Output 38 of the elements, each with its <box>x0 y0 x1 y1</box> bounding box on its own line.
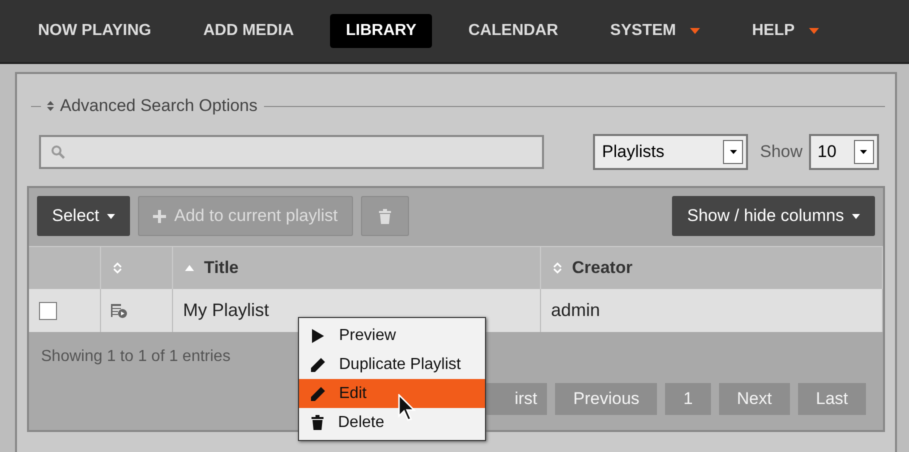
caret-icon <box>852 214 860 218</box>
column-header[interactable]: Title <box>173 246 541 289</box>
menu-item[interactable]: Duplicate Playlist <box>299 350 485 379</box>
sort-icon <box>553 262 562 274</box>
page-size-dropdown[interactable]: 10 <box>808 134 879 170</box>
search-field[interactable] <box>39 135 544 169</box>
nav-tab[interactable]: LIBRARY <box>330 14 432 48</box>
entries-info: Showing 1 to 1 of 1 entries <box>41 348 230 365</box>
nav-tab[interactable]: ADD MEDIA <box>187 14 310 48</box>
sort-icon <box>113 262 122 274</box>
nav-tab[interactable]: NOW PLAYING <box>22 14 168 48</box>
search-icon <box>51 145 65 159</box>
table-cell: admin <box>541 289 883 332</box>
nav-tab[interactable]: SYSTEM <box>594 14 716 48</box>
caret-icon <box>107 214 116 218</box>
trash-icon <box>378 208 391 224</box>
plus-icon <box>153 210 166 222</box>
nav-tab[interactable]: HELP <box>736 14 835 48</box>
trash-icon <box>311 415 324 430</box>
type-dropdown[interactable]: Playlists <box>593 134 748 170</box>
sort-icon <box>47 101 54 111</box>
column-header[interactable]: Creator <box>541 246 883 289</box>
show-label: Show <box>760 142 803 162</box>
pencil-icon <box>311 358 325 372</box>
row-checkbox[interactable] <box>39 302 57 320</box>
playlist-icon <box>111 304 127 318</box>
cursor-icon <box>398 394 418 422</box>
caret-icon <box>730 150 736 154</box>
pencil-icon <box>311 386 325 400</box>
delete-button[interactable] <box>360 196 409 236</box>
advanced-search-toggle[interactable]: Advanced Search Options <box>60 96 258 116</box>
play-icon <box>311 328 325 342</box>
nav-tab[interactable]: CALENDAR <box>452 14 574 48</box>
select-button[interactable]: Select <box>37 196 130 236</box>
sort-ascending-icon <box>185 265 194 271</box>
show-hide-columns-button[interactable]: Show / hide columns <box>672 196 875 236</box>
menu-item[interactable]: Edit <box>299 379 485 408</box>
caret-icon <box>860 150 868 154</box>
